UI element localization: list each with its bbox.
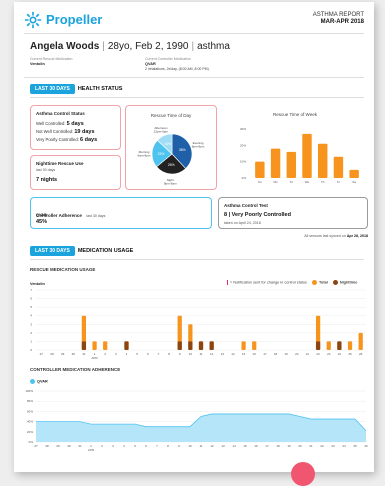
adherence-x-tick: 19 bbox=[287, 444, 291, 448]
adherence-x-tick: 6 bbox=[145, 444, 147, 448]
report-page: Propeller ASTHMA REPORT MAR-APR 2018 Ang… bbox=[14, 2, 374, 472]
adherence-x-tick: 26 bbox=[364, 444, 368, 448]
adherence-y-tick: 80% bbox=[27, 399, 33, 403]
adherence-x-tick: 29 bbox=[56, 444, 60, 448]
adherence-x-tick: 24 bbox=[342, 444, 346, 448]
adherence-x-tick: 5 bbox=[134, 444, 136, 448]
adherence-x-tick: 30 bbox=[67, 444, 71, 448]
adherence-x-tick: 20 bbox=[298, 444, 302, 448]
adherence-x-tick: 31 bbox=[78, 444, 82, 448]
adherence-x-tick: 4 bbox=[123, 444, 125, 448]
adherence-x-tick: 16 bbox=[254, 444, 258, 448]
adherence-x-tick: 22 bbox=[320, 444, 324, 448]
floating-action-button[interactable] bbox=[291, 462, 315, 486]
adherence-x-tick: 17 bbox=[265, 444, 269, 448]
adherence-x-tick: 15 bbox=[243, 444, 247, 448]
adherence-y-tick: 0% bbox=[29, 440, 34, 444]
adherence-x-tick: 27 bbox=[34, 444, 38, 448]
adherence-y-tick: 20% bbox=[27, 430, 33, 434]
adherence-x-tick: 28 bbox=[45, 444, 49, 448]
adherence-y-tick: 60% bbox=[27, 409, 33, 413]
adherence-x-tick: 21 bbox=[309, 444, 313, 448]
adherence-area bbox=[36, 413, 366, 442]
adherence-x-tick: 18 bbox=[276, 444, 280, 448]
adherence-y-tick: 40% bbox=[27, 420, 33, 424]
adherence-x-tick: 10 bbox=[188, 444, 192, 448]
adherence-x-tick: 14 bbox=[232, 444, 236, 448]
adherence-month-label: APR bbox=[88, 448, 95, 452]
adherence-x-tick: 13 bbox=[221, 444, 225, 448]
adherence-x-tick: 8 bbox=[167, 444, 169, 448]
adherence-y-tick: 100% bbox=[25, 389, 33, 393]
adherence-x-tick: 7 bbox=[156, 444, 158, 448]
controller-adherence-chart: 100%80%60%40%20%0%27 28 29 30 31 1 2 3 4 5 6 7 8 9 10 1… bbox=[25, 389, 368, 452]
adherence-x-tick: 2 bbox=[101, 444, 103, 448]
adherence-x-tick: 25 bbox=[353, 444, 357, 448]
adherence-x-tick: 12 bbox=[210, 444, 214, 448]
adherence-x-tick: 9 bbox=[178, 444, 180, 448]
adherence-x-tick: 3 bbox=[112, 444, 114, 448]
adherence-x-tick: 11 bbox=[199, 444, 202, 448]
adherence-x-tick: 23 bbox=[331, 444, 335, 448]
